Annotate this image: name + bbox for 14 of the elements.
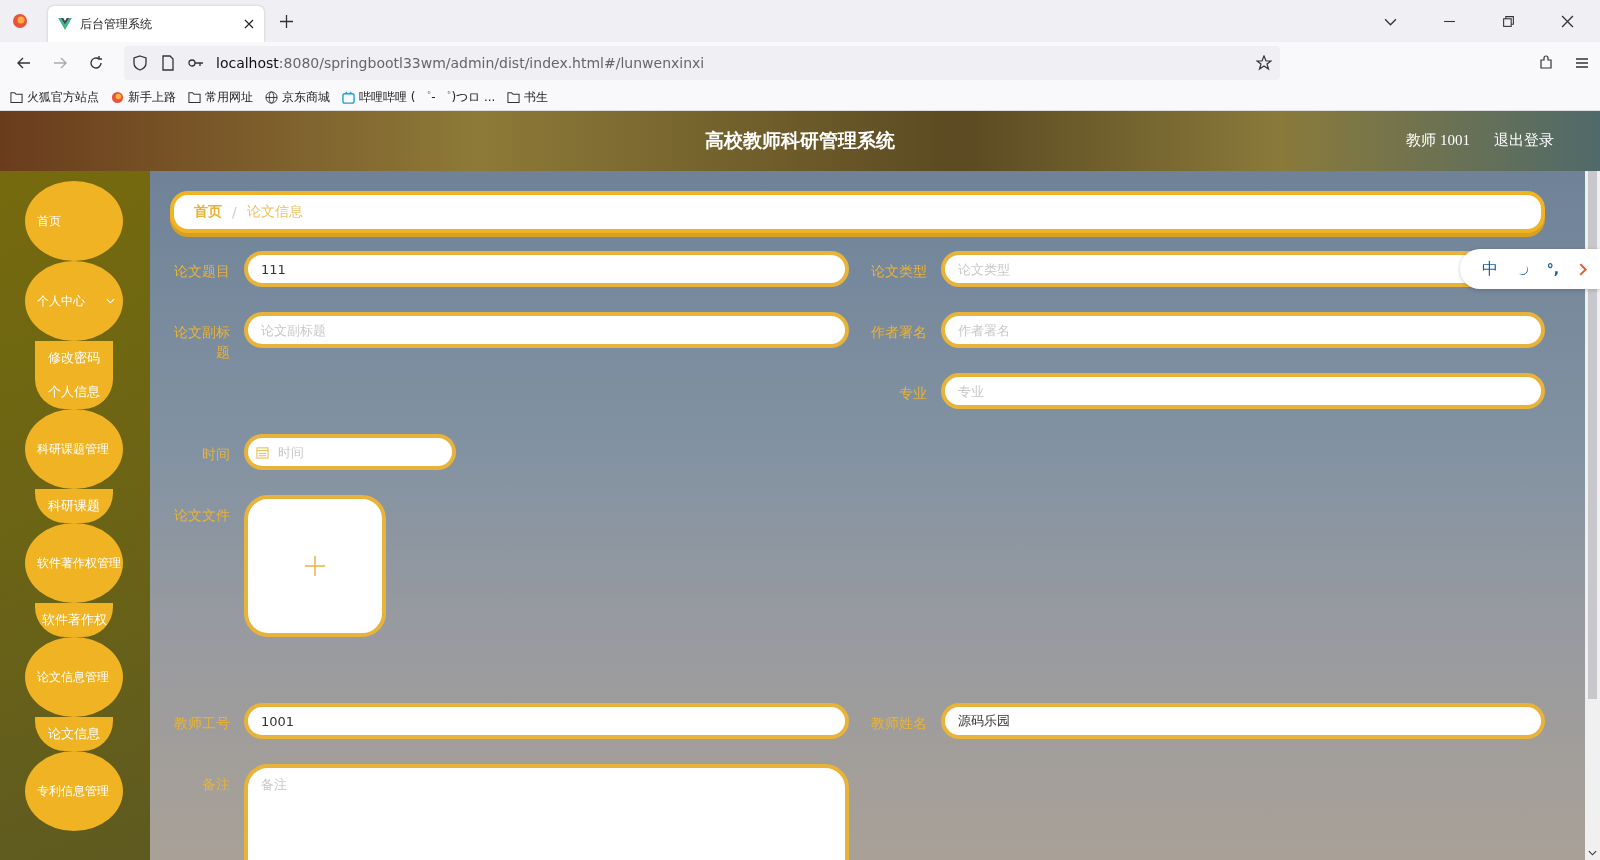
- user-name: 教师 1001: [1406, 131, 1470, 150]
- field-label: 作者署名: [869, 323, 927, 342]
- app-title: 高校教师科研管理系统: [705, 129, 895, 153]
- breadcrumb-separator: /: [232, 204, 237, 220]
- field-label: 时间: [201, 445, 230, 464]
- field-label: 教师工号: [173, 714, 230, 733]
- field-label: 论文类型: [869, 262, 927, 281]
- field-label: 教师姓名: [869, 714, 927, 733]
- field-label: 论文副标题: [173, 323, 230, 362]
- field-label: 论文文件: [173, 506, 230, 525]
- field-label: 论文题目: [173, 262, 230, 281]
- field-label: 专业: [897, 384, 927, 403]
- url-text: localhost:8080/springbootl33wm/admin/dist/index.html#/lunwenxinxi: [216, 55, 705, 71]
- field-label: 备注: [201, 775, 230, 794]
